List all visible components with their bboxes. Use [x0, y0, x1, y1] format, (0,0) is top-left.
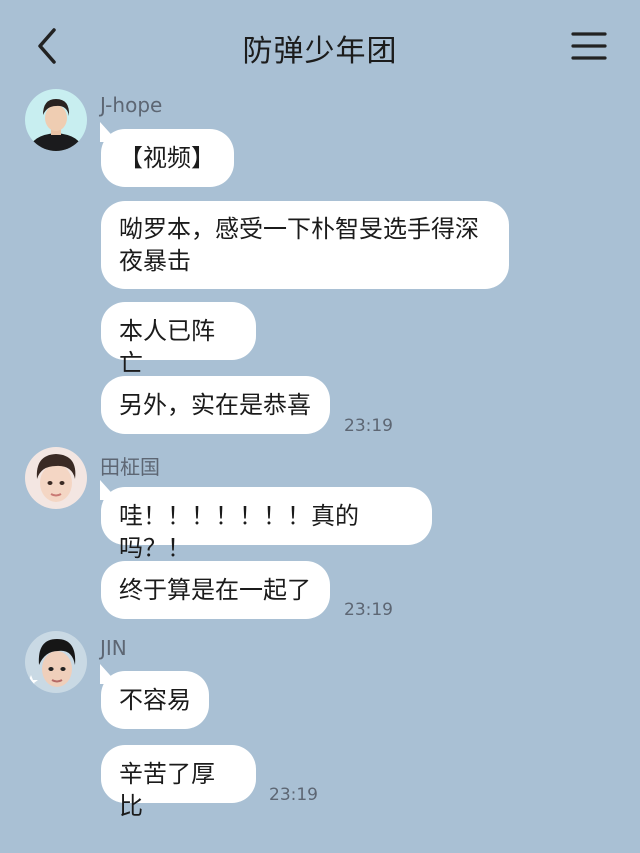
avatar-jhope[interactable]: [25, 89, 87, 151]
message-bubble[interactable]: 终于算是在一起了: [101, 561, 330, 619]
sender-name: 田柾国: [100, 455, 160, 479]
message-bubble[interactable]: 辛苦了厚比: [101, 745, 256, 820]
message-text: 本人已阵亡: [119, 317, 215, 377]
message-timestamp: 23:19: [344, 416, 393, 436]
message-timestamp: 23:19: [344, 600, 393, 620]
message-text: 不容易: [119, 686, 191, 714]
avatar-jungkook[interactable]: [25, 447, 87, 509]
menu-icon[interactable]: [571, 30, 607, 62]
sender-name: JIN: [100, 636, 127, 660]
chat-title: 防弹少年团: [242, 34, 398, 69]
avatar-jin[interactable]: [25, 631, 87, 693]
message-text: 终于算是在一起了: [119, 576, 311, 604]
message-text: 呦罗本，感受一下朴智旻选手得深夜暴击: [119, 215, 479, 275]
chat-header: 防弹少年团: [0, 0, 640, 90]
message-bubble[interactable]: 哇！！！！！！！真的吗？！: [100, 480, 432, 562]
message-bubble[interactable]: 【视频】: [100, 122, 234, 187]
message-bubble[interactable]: 本人已阵亡: [101, 302, 256, 377]
message-bubble[interactable]: 另外，实在是恭喜: [101, 376, 330, 434]
message-text: 【视频】: [119, 144, 215, 172]
message-text: 哇！！！！！！！真的吗？！: [119, 502, 359, 562]
message-text: 辛苦了厚比: [119, 760, 215, 820]
message-bubble[interactable]: 不容易: [100, 664, 209, 729]
message-text: 另外，实在是恭喜: [119, 391, 311, 419]
message-timestamp: 23:19: [269, 785, 318, 805]
message-bubble[interactable]: 呦罗本，感受一下朴智旻选手得深夜暴击: [101, 201, 509, 289]
sender-name: J-hope: [100, 93, 163, 117]
